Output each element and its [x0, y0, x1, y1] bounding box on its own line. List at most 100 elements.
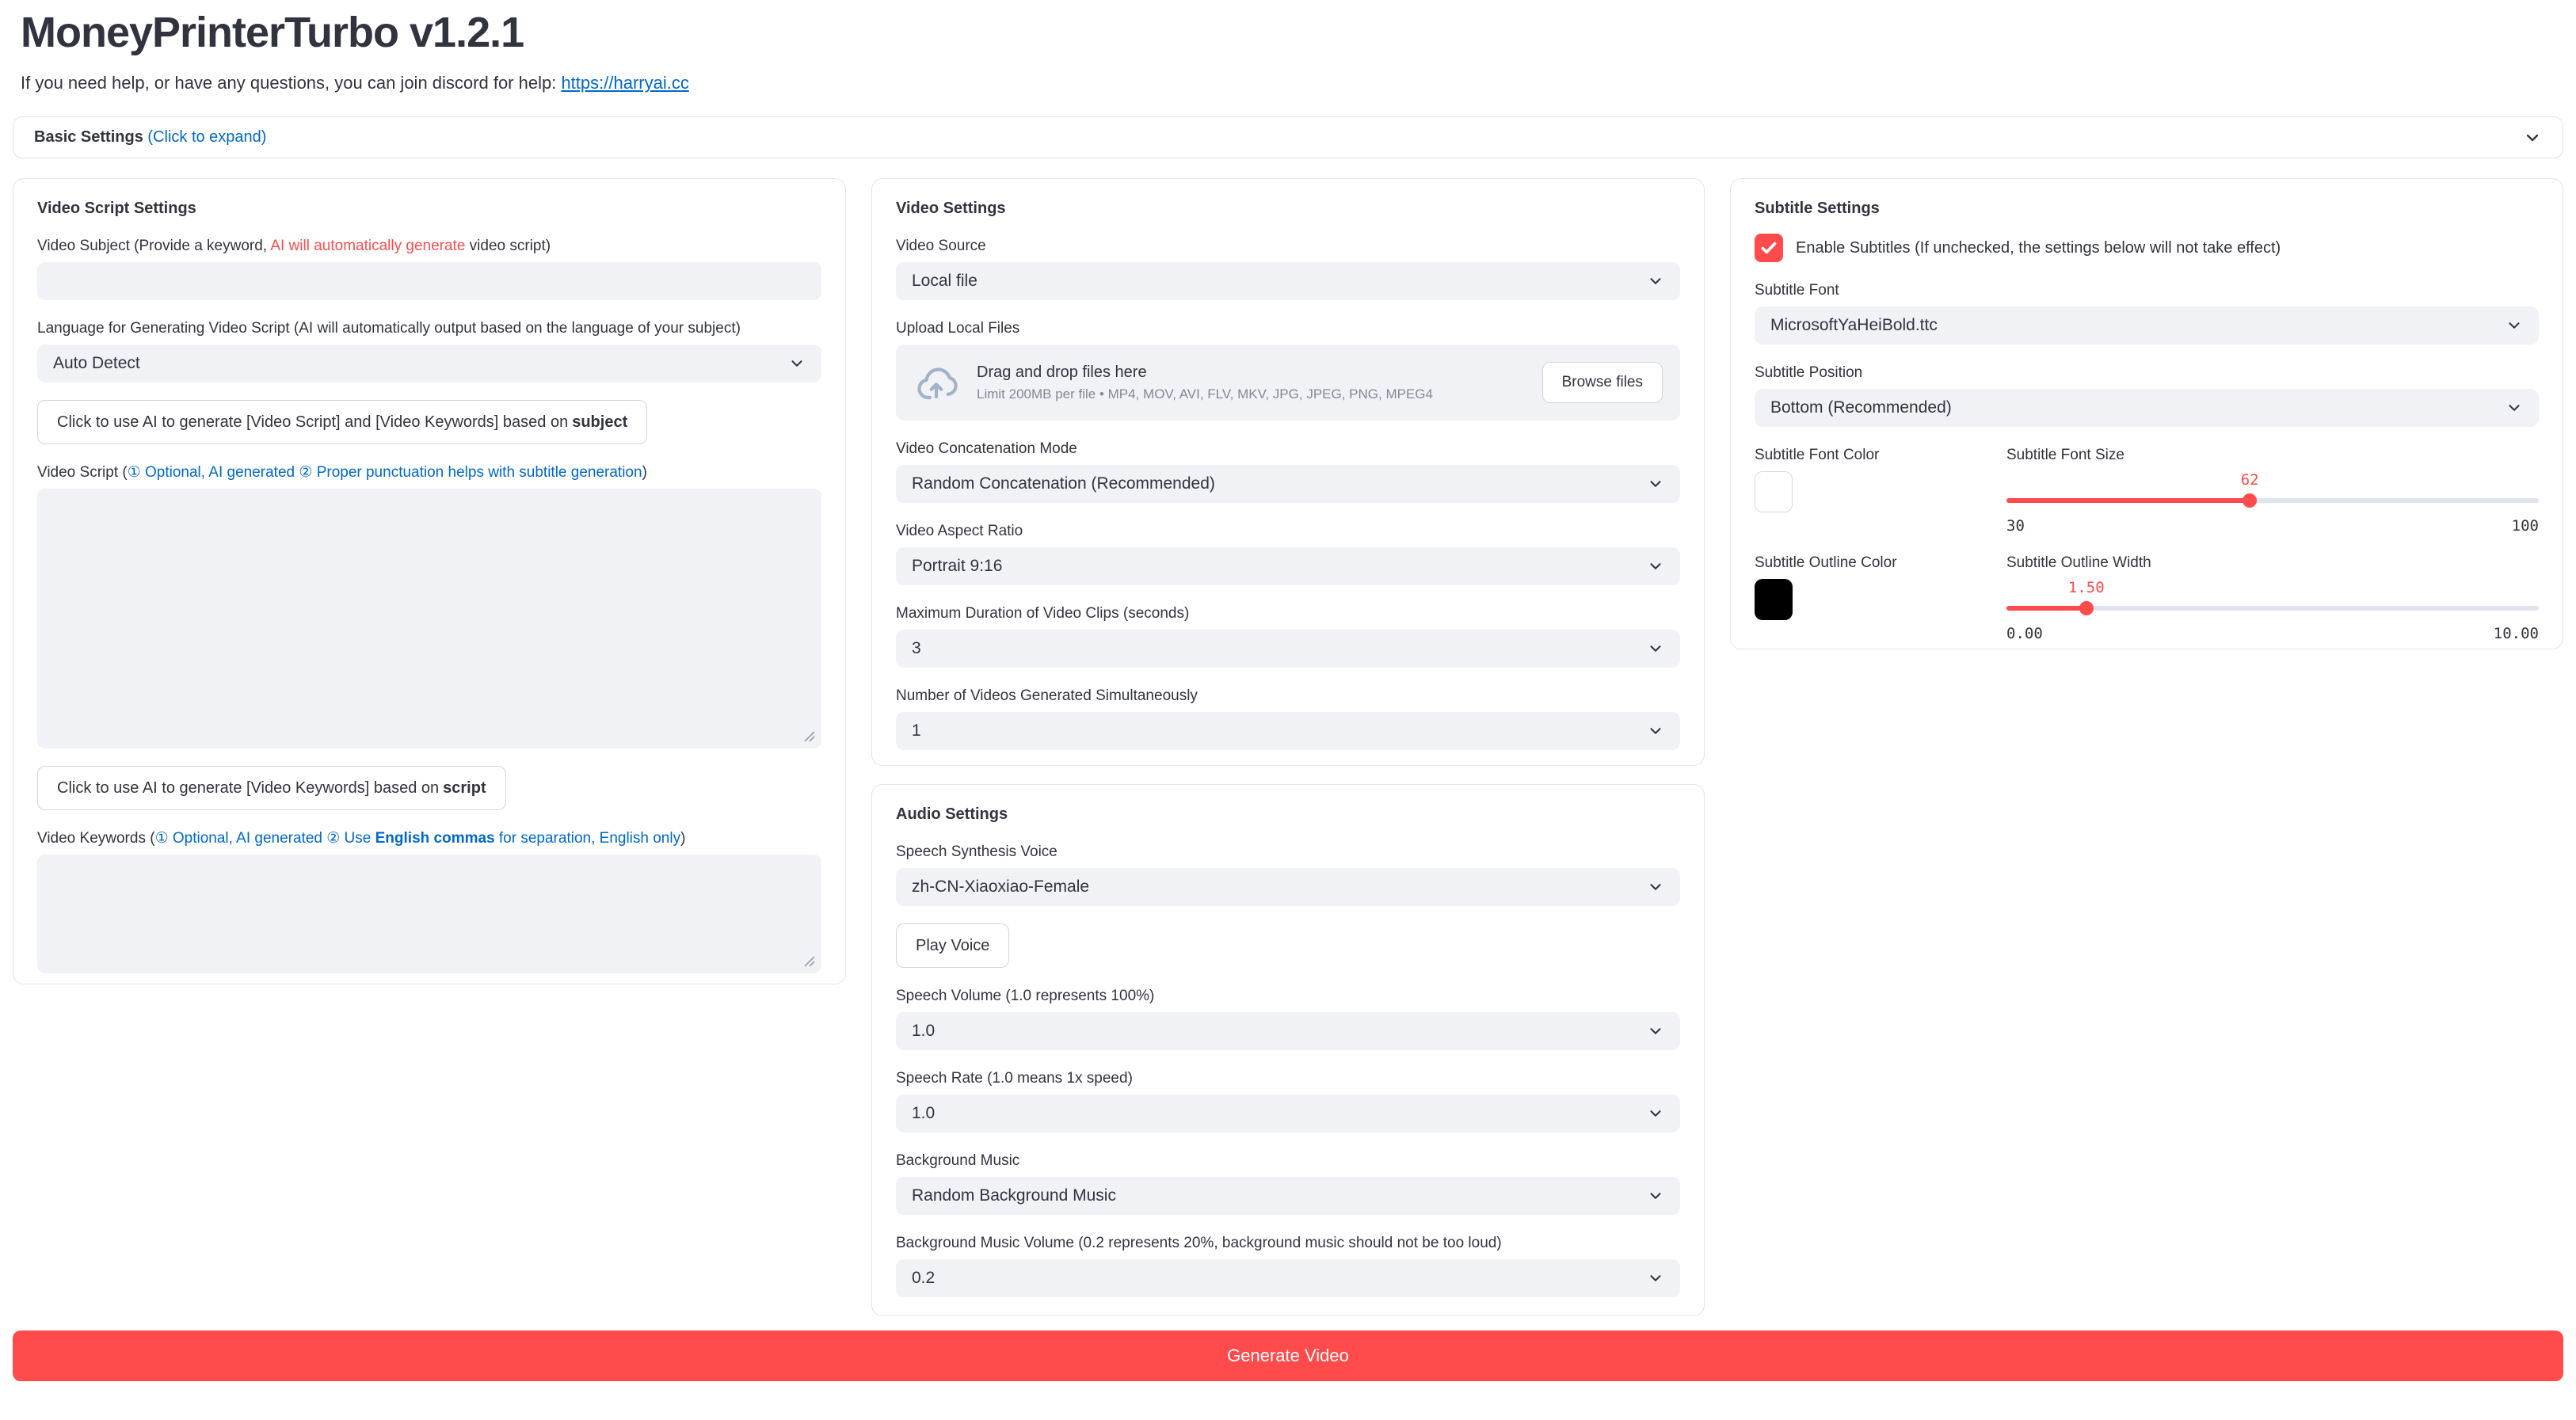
speech-volume-label: Speech Volume (1.0 represents 100%): [896, 985, 1680, 1007]
video-count-select[interactable]: 1: [896, 712, 1680, 750]
slider-value: 62: [2241, 471, 2259, 489]
video-keywords-textarea[interactable]: [37, 855, 821, 973]
concat-mode-label: Video Concatenation Mode: [896, 438, 1680, 459]
upload-cloud-icon: [913, 363, 959, 402]
subtitle-font-value: MicrosoftYaHeiBold.ttc: [1770, 316, 1938, 335]
chevron-down-icon: [1647, 1022, 1664, 1040]
subtitle-outline-color-label: Subtitle Outline Color: [1755, 552, 1986, 573]
slider-track[interactable]: [2006, 493, 2539, 508]
video-count-value: 1: [912, 721, 921, 740]
concat-mode-select[interactable]: Random Concatenation (Recommended): [896, 465, 1680, 503]
play-voice-button[interactable]: Play Voice: [896, 923, 1009, 968]
concat-mode-value: Random Concatenation (Recommended): [912, 474, 1215, 493]
chevron-down-icon: [1647, 475, 1664, 493]
chevron-down-icon: [1647, 1105, 1664, 1122]
chevron-down-icon: [1647, 640, 1664, 657]
chevron-down-icon: [1647, 1187, 1664, 1205]
enable-subtitles-checkbox[interactable]: [1755, 234, 1783, 262]
aspect-ratio-select[interactable]: Portrait 9:16: [896, 547, 1680, 585]
video-script-settings-panel: Video Script Settings Video Subject (Pro…: [13, 178, 846, 984]
subtitle-outline-color-group: Subtitle Outline Color: [1755, 552, 1986, 642]
voice-label: Speech Synthesis Voice: [896, 841, 1680, 862]
chevron-down-icon: [1647, 722, 1664, 740]
aspect-ratio-label: Video Aspect Ratio: [896, 520, 1680, 542]
dropzone-headline: Drag and drop files here: [977, 364, 1542, 382]
chevron-down-icon: [2506, 317, 2523, 334]
slider-track[interactable]: [2006, 601, 2539, 615]
chevron-down-icon: [1647, 878, 1664, 896]
video-settings-panel: Video Settings Video Source Local file U…: [871, 178, 1705, 766]
subtitle-font-color-picker[interactable]: [1755, 471, 1793, 512]
video-count-label: Number of Videos Generated Simultaneousl…: [896, 685, 1680, 706]
expander-title: Basic Settings: [34, 128, 147, 146]
bg-music-volume-label: Background Music Volume (0.2 represents …: [896, 1232, 1680, 1254]
basic-settings-expander[interactable]: Basic Settings (Click to expand): [13, 116, 2563, 158]
voice-select[interactable]: zh-CN-Xiaoxiao-Female: [896, 868, 1680, 906]
generate-video-button[interactable]: Generate Video: [13, 1331, 2563, 1381]
speech-rate-label: Speech Rate (1.0 means 1x speed): [896, 1068, 1680, 1089]
help-text: If you need help, or have any questions,…: [21, 73, 689, 93]
script-language-select[interactable]: Auto Detect: [37, 345, 821, 383]
voice-value: zh-CN-Xiaoxiao-Female: [912, 878, 1089, 897]
script-language-value: Auto Detect: [53, 354, 140, 373]
subtitle-font-color-label: Subtitle Font Color: [1755, 444, 1986, 466]
browse-files-button[interactable]: Browse files: [1542, 362, 1663, 403]
expander-label: Basic Settings (Click to expand): [34, 128, 266, 147]
video-subject-input[interactable]: [37, 262, 821, 300]
slider-max: 10.00: [2494, 625, 2539, 642]
clip-duration-select[interactable]: 3: [896, 630, 1680, 668]
chevron-down-icon: [788, 355, 806, 372]
slider-thumb[interactable]: [2243, 493, 2257, 508]
subtitle-outline-color-picker[interactable]: [1755, 579, 1793, 620]
video-source-select[interactable]: Local file: [896, 262, 1680, 300]
subtitle-font-color-group: Subtitle Font Color: [1755, 444, 1986, 535]
subtitle-outline-width-group: Subtitle Outline Width 1.50 0.00 10.00: [2006, 552, 2539, 642]
subtitle-font-size-group: Subtitle Font Size 62 30 100: [2006, 444, 2539, 535]
file-dropzone[interactable]: Drag and drop files here Limit 200MB per…: [896, 345, 1680, 421]
checkmark-icon: [1759, 238, 1779, 258]
chevron-down-icon: [1647, 272, 1664, 290]
subtitle-outline-width-label: Subtitle Outline Width: [2006, 552, 2539, 573]
aspect-ratio-value: Portrait 9:16: [912, 557, 1002, 576]
clip-duration-value: 3: [912, 639, 921, 658]
subtitle-font-size-label: Subtitle Font Size: [2006, 444, 2539, 466]
bg-music-select[interactable]: Random Background Music: [896, 1177, 1680, 1215]
bg-music-value: Random Background Music: [912, 1186, 1116, 1205]
discord-help-link[interactable]: https://harryai.cc: [561, 73, 688, 93]
slider-thumb[interactable]: [2079, 601, 2094, 615]
audio-settings-panel: Audio Settings Speech Synthesis Voice zh…: [871, 784, 1705, 1316]
bg-music-label: Background Music: [896, 1150, 1680, 1171]
panel-title: Video Script Settings: [37, 200, 821, 218]
slider-max: 100: [2512, 517, 2539, 535]
slider-value: 1.50: [2068, 579, 2105, 596]
subtitle-outline-width-slider[interactable]: 1.50 0.00 10.00: [2006, 579, 2539, 642]
video-source-label: Video Source: [896, 235, 1680, 257]
subtitle-position-select[interactable]: Bottom (Recommended): [1755, 389, 2539, 427]
script-language-label: Language for Generating Video Script (AI…: [37, 318, 821, 339]
slider-min: 30: [2006, 517, 2025, 535]
video-keywords-label: Video Keywords (① Optional, AI generated…: [37, 828, 821, 849]
help-text-prefix: If you need help, or have any questions,…: [21, 73, 561, 93]
subtitle-font-label: Subtitle Font: [1755, 280, 2539, 301]
generate-keywords-button[interactable]: Click to use AI to generate [Video Keywo…: [37, 766, 506, 810]
subtitle-font-select[interactable]: MicrosoftYaHeiBold.ttc: [1755, 306, 2539, 345]
expander-hint: (Click to expand): [147, 128, 266, 146]
chevron-down-icon: [1647, 1270, 1664, 1287]
bg-music-volume-select[interactable]: 0.2: [896, 1259, 1680, 1297]
page-title: MoneyPrinterTurbo v1.2.1: [21, 8, 524, 57]
app-page: MoneyPrinterTurbo v1.2.1 If you need hel…: [0, 0, 2576, 1420]
bg-music-volume-value: 0.2: [912, 1269, 935, 1288]
video-script-textarea[interactable]: [37, 489, 821, 748]
subtitle-position-label: Subtitle Position: [1755, 362, 2539, 383]
panel-title: Video Settings: [896, 200, 1680, 218]
chevron-down-icon: [1647, 558, 1664, 575]
speech-rate-select[interactable]: 1.0: [896, 1095, 1680, 1133]
speech-volume-select[interactable]: 1.0: [896, 1012, 1680, 1050]
subtitle-position-value: Bottom (Recommended): [1770, 398, 1952, 417]
dropzone-hint: Limit 200MB per file • MP4, MOV, AVI, FL…: [977, 386, 1542, 402]
slider-min: 0.00: [2006, 625, 2043, 642]
subtitle-font-size-slider[interactable]: 62 30 100: [2006, 471, 2539, 535]
generate-script-and-keywords-button[interactable]: Click to use AI to generate [Video Scrip…: [37, 400, 647, 444]
panel-title: Subtitle Settings: [1755, 200, 2539, 218]
panel-title: Audio Settings: [896, 805, 1680, 824]
